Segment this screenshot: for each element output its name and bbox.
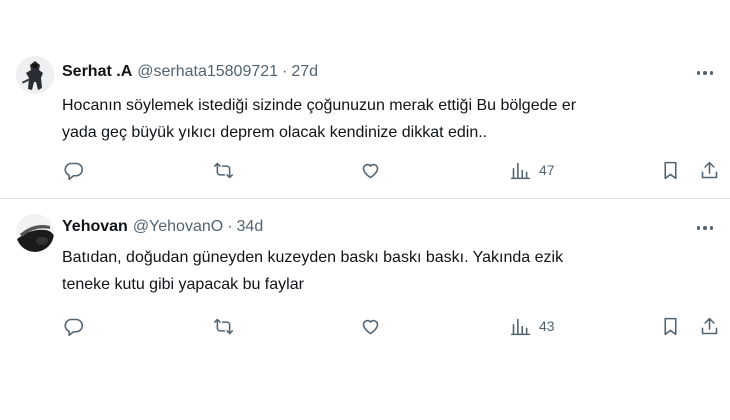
like-icon <box>362 163 379 178</box>
tweet-text-line: teneke kutu gibi yapacak bu faylar <box>62 276 304 293</box>
reply-button[interactable] <box>63 158 84 182</box>
timestamp[interactable]: 27d <box>291 63 318 81</box>
tweet-text: Batıdan, doğudan güneyden kuzeyden baskı… <box>62 244 712 298</box>
views-count: 47 <box>539 162 555 178</box>
retweet-icon <box>213 318 234 334</box>
avatar[interactable] <box>16 56 54 94</box>
tweet-text-line: Batıdan, doğudan güneyden kuzeyden baskı… <box>62 249 564 266</box>
like-button[interactable] <box>360 158 381 182</box>
display-name[interactable]: Yehovan <box>62 218 128 236</box>
tweet-text-line: yada geç büyük yıkıcı deprem olacak kend… <box>62 124 488 141</box>
tweet-header: Serhat .A @serhata15809721 · 27d <box>62 61 318 83</box>
views-button[interactable]: 43 <box>510 314 555 338</box>
avatar[interactable] <box>16 214 54 252</box>
user-handle[interactable]: @YehovanO <box>133 218 223 236</box>
views-icon <box>510 318 531 335</box>
retweet-button[interactable] <box>213 158 234 182</box>
views-count: 43 <box>539 318 555 334</box>
tweet-text: Hocanın söylemek istediği sizinde çoğunu… <box>62 92 712 146</box>
share-icon <box>701 161 718 178</box>
bookmark-icon <box>664 161 677 179</box>
action-bar: 43 <box>0 314 730 338</box>
action-bar: 47 <box>0 158 730 182</box>
like-button[interactable] <box>360 314 381 338</box>
tweet-text-line: Hocanın söylemek istediği sizinde çoğunu… <box>62 97 577 114</box>
share-icon <box>701 317 718 334</box>
retweet-button[interactable] <box>213 314 234 338</box>
reply-button[interactable] <box>63 314 84 338</box>
reply-icon <box>64 162 84 180</box>
user-handle[interactable]: @serhata15809721 <box>137 63 278 81</box>
separator-dot: · <box>227 218 233 235</box>
more-icon[interactable] <box>694 217 716 239</box>
tweet-card[interactable]: Yehovan @YehovanO · 34d Batıdan, doğudan… <box>0 199 730 420</box>
display-name[interactable]: Serhat .A <box>62 63 132 81</box>
tweet-card[interactable]: Serhat .A @serhata15809721 · 27d Hocanın… <box>0 0 730 199</box>
views-button[interactable]: 47 <box>510 158 555 182</box>
more-icon[interactable] <box>694 62 716 84</box>
share-button[interactable] <box>699 158 720 182</box>
tweet-header: Yehovan @YehovanO · 34d <box>62 216 263 238</box>
separator-dot: · <box>282 63 288 80</box>
bookmark-icon <box>664 317 677 335</box>
bookmark-button[interactable] <box>660 158 681 182</box>
like-icon <box>362 319 379 334</box>
timestamp[interactable]: 34d <box>237 218 264 236</box>
views-icon <box>510 162 531 179</box>
retweet-icon <box>213 162 234 178</box>
reply-icon <box>64 318 84 336</box>
bookmark-button[interactable] <box>660 314 681 338</box>
share-button[interactable] <box>699 314 720 338</box>
